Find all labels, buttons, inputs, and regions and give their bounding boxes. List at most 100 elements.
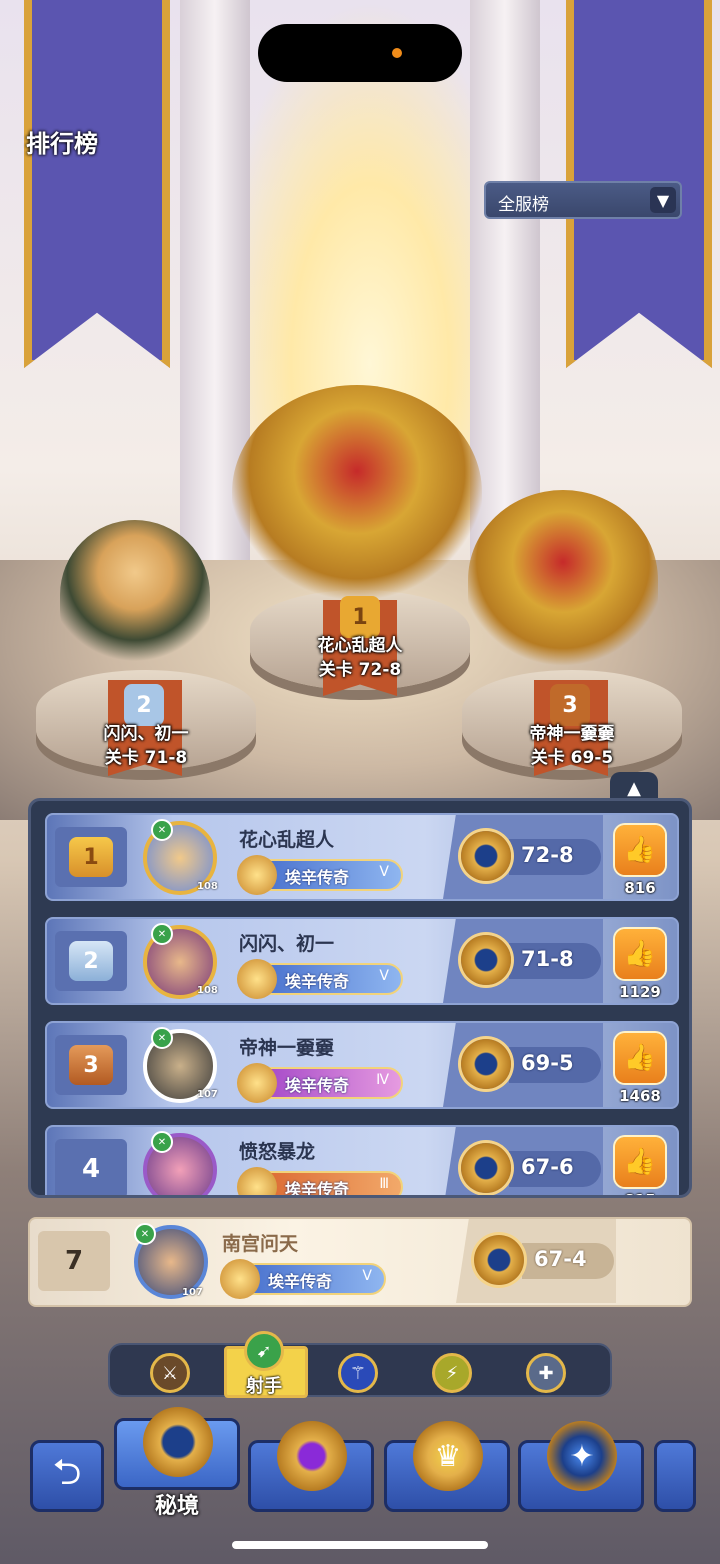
rank-cell: 3	[55, 1035, 127, 1095]
rank-badge-gold: 1	[69, 837, 113, 877]
title-badge: 埃辛传奇 V	[237, 959, 403, 999]
table-row[interactable]: 4 ✕ 愤怒暴龙 埃辛传奇 Ⅲ 67-6 👍 815	[45, 1125, 679, 1195]
server-filter-dropdown[interactable]: 全服榜 ▼	[484, 181, 682, 219]
player-name: 闪闪、初一	[239, 933, 335, 955]
title-tier: V	[362, 1268, 372, 1284]
table-row[interactable]: 1 ✕ 108 花心乱超人 埃辛传奇 V 72-8 👍 816	[45, 813, 679, 901]
archer-class-icon: ✕	[151, 819, 173, 841]
player-level: 107	[182, 1287, 203, 1298]
podium-second-name: 闪闪、初一	[103, 724, 189, 744]
rank-badge-third: 3	[550, 684, 590, 726]
podium-first-info: 花心乱超人 关卡 72-8	[280, 634, 440, 682]
secret-realm-icon	[143, 1407, 213, 1477]
mode-tab-3[interactable]: ♛	[384, 1421, 510, 1512]
hero-first-place[interactable]	[232, 385, 482, 600]
thumbs-up-button[interactable]: 👍	[615, 825, 665, 875]
thumbs-up-button[interactable]: 👍	[615, 1033, 665, 1083]
like-count: 1468	[619, 1087, 661, 1105]
podium-first-stage: 关卡 72-8	[318, 660, 402, 680]
podium-third-stage: 关卡 69-5	[530, 748, 614, 768]
bow-icon: ➹	[256, 1340, 272, 1362]
camera-indicator-dot	[392, 48, 402, 58]
table-row[interactable]: 2 ✕ 108 闪闪、初一 埃辛传奇 V 71-8 👍 1129	[45, 917, 679, 1005]
crown-emblem-icon: ♛	[413, 1421, 483, 1491]
stage-value: 67-6	[521, 1155, 574, 1179]
thumbs-up-icon: 👍	[623, 1043, 657, 1073]
class-tab-warrior[interactable]: ⚔	[150, 1353, 190, 1393]
title-badge: 埃辛传奇 Ⅲ	[237, 1167, 403, 1195]
title-badge: 埃辛传奇 V	[237, 855, 403, 895]
player-name: 南宫问天	[222, 1233, 299, 1255]
like-count: 816	[624, 879, 656, 897]
crest-icon	[237, 855, 277, 895]
mode-tab-secret-realm[interactable]	[114, 1407, 240, 1490]
chevron-up-icon: ▲	[627, 777, 641, 799]
player-level: 107	[197, 1089, 218, 1100]
podium-second-stage: 关卡 71-8	[104, 748, 188, 768]
class-tab-priest[interactable]: ✚	[526, 1353, 566, 1393]
thumbs-up-button[interactable]: 👍	[615, 1137, 665, 1187]
title-badge: 埃辛传奇 Ⅳ	[237, 1063, 403, 1103]
class-tab-active-label: 射手	[246, 1376, 282, 1397]
blade-icon: ⚡	[445, 1362, 459, 1384]
crest-icon	[237, 1167, 277, 1195]
archer-class-icon: ✕	[134, 1223, 156, 1245]
player-level: 108	[197, 881, 218, 892]
rank-cell: 1	[55, 827, 127, 887]
holy-cross-icon: ✚	[538, 1362, 554, 1384]
ranking-list[interactable]: 1 ✕ 108 花心乱超人 埃辛传奇 V 72-8 👍 816 2 ✕ 108 …	[28, 798, 692, 1198]
hero-third-place[interactable]	[468, 490, 658, 670]
rank-cell: 4	[55, 1139, 127, 1195]
player-level: 108	[197, 985, 218, 996]
archer-class-icon: ✕	[151, 1027, 173, 1049]
my-rank-number: 7	[64, 1246, 84, 1276]
return-arrow-icon: ⮌	[52, 1451, 82, 1493]
stage-emblem-icon	[461, 1039, 511, 1089]
thumbs-up-icon: 👍	[623, 939, 657, 969]
thumbs-up-button[interactable]: 👍	[615, 929, 665, 979]
star-emblem-icon: ✦	[547, 1421, 617, 1491]
rank-badge-second: 2	[124, 684, 164, 726]
podium-third-info: 帝神一嫑嫑 关卡 69-5	[492, 722, 652, 770]
stage-value: 72-8	[521, 843, 574, 867]
banner-left	[24, 0, 170, 368]
staff-icon: ⚚	[349, 1362, 367, 1384]
rank-badge-first: 1	[340, 596, 380, 638]
title-tier: Ⅲ	[379, 1176, 389, 1192]
mode-tab-5[interactable]	[654, 1440, 696, 1512]
player-name: 帝神一嫑嫑	[239, 1037, 335, 1059]
class-tab-mage[interactable]: ⚚	[338, 1353, 378, 1393]
home-indicator	[232, 1541, 488, 1549]
stage-value: 67-4	[534, 1247, 587, 1271]
stage-emblem-icon	[461, 935, 511, 985]
title-text: 埃辛传奇	[285, 972, 350, 991]
purple-eye-emblem-icon	[277, 1421, 347, 1491]
mode-tab-2[interactable]	[248, 1421, 374, 1512]
rank-cell: 2	[55, 931, 127, 991]
rank-badge-silver: 2	[69, 941, 113, 981]
stage-emblem-icon	[461, 831, 511, 881]
camera-notch	[258, 24, 462, 82]
chevron-down-icon: ▼	[650, 187, 676, 213]
mode-tab-4[interactable]: ✦	[518, 1421, 644, 1512]
stage-value: 71-8	[521, 947, 574, 971]
podium-second-info: 闪闪、初一 关卡 71-8	[66, 722, 226, 770]
title-badge: 埃辛传奇 V	[220, 1259, 386, 1299]
stage-emblem-icon	[461, 1143, 511, 1193]
back-button[interactable]: ⮌	[30, 1440, 104, 1512]
class-tab-assassin[interactable]: ⚡	[432, 1353, 472, 1393]
rank-badge-bronze: 3	[69, 1045, 113, 1085]
rank-cell: 7	[38, 1231, 110, 1291]
stage-emblem-icon	[474, 1235, 524, 1285]
hero-second-place[interactable]	[60, 520, 210, 670]
archer-class-icon: ✕	[151, 923, 173, 945]
thumbs-up-icon: 👍	[623, 835, 657, 865]
class-tab-archer[interactable]: ➹	[244, 1331, 284, 1371]
like-count: 1129	[619, 983, 661, 1001]
table-row[interactable]: 3 ✕ 107 帝神一嫑嫑 埃辛传奇 Ⅳ 69-5 👍 1468	[45, 1021, 679, 1109]
crest-icon	[220, 1259, 260, 1299]
axe-icon: ⚔	[161, 1362, 179, 1384]
title-tier: V	[379, 968, 389, 984]
my-rank-row[interactable]: 7 ✕ 107 南宫问天 埃辛传奇 V 67-4	[28, 1217, 692, 1307]
crest-icon	[237, 1063, 277, 1103]
